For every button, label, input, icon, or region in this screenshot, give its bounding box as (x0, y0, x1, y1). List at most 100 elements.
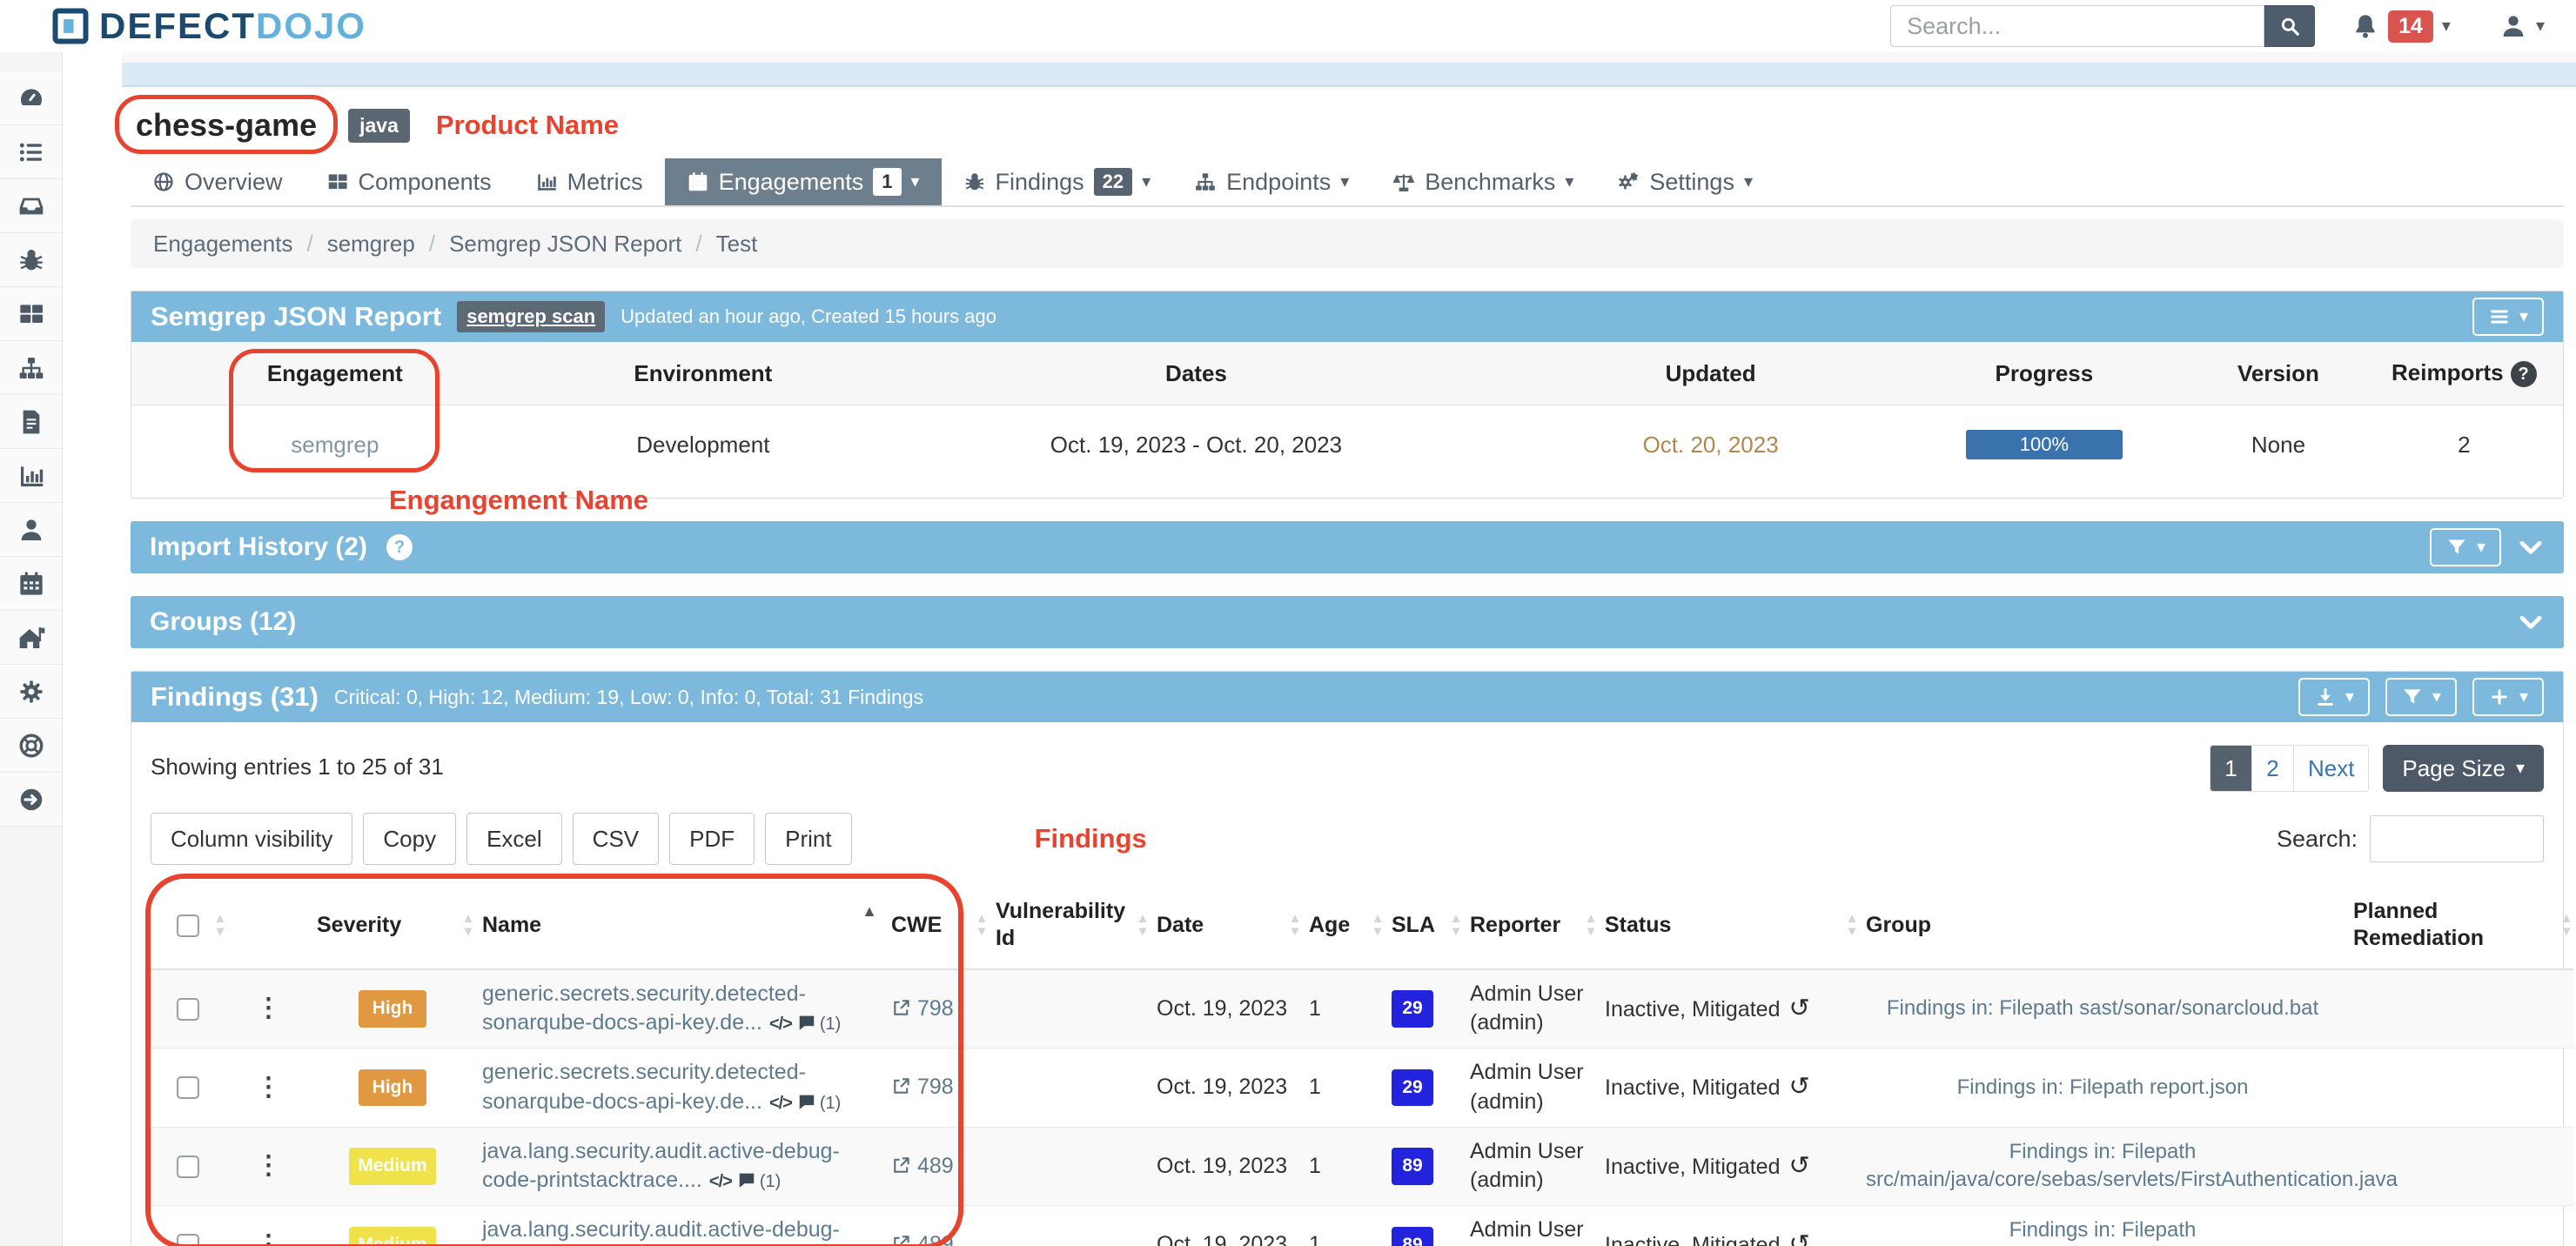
sidebar-item-list[interactable] (0, 125, 62, 179)
sidebar-item-reports[interactable] (0, 395, 62, 449)
col-reporter[interactable]: Reporter (1463, 882, 1598, 969)
row-checkbox[interactable] (177, 1156, 199, 1178)
home-flag-icon (17, 624, 45, 652)
sitemap-icon (1194, 171, 1217, 193)
user-menu[interactable]: ▾ (2499, 12, 2545, 40)
kebab-menu-icon[interactable]: ⋮ (256, 994, 282, 1022)
excel-button[interactable]: Excel (466, 813, 562, 865)
page-size-button[interactable]: Page Size▾ (2383, 745, 2544, 792)
test-actions-menu-button[interactable]: ▾ (2472, 298, 2544, 336)
page-1-button[interactable]: 1 (2210, 746, 2252, 791)
sidebar-item-configuration[interactable] (0, 665, 62, 719)
tab-engagements[interactable]: Engagements1▾ (665, 158, 942, 205)
tab-endpoints[interactable]: Endpoints▾ (1172, 158, 1371, 205)
engagement-link[interactable]: semgrep (291, 432, 379, 458)
cwe-link[interactable]: 489 (917, 1154, 954, 1178)
column-visibility-button[interactable]: Column visibility (151, 813, 352, 865)
tab-settings[interactable]: Settings▾ (1595, 158, 1774, 205)
tab-metrics[interactable]: Metrics (513, 158, 665, 205)
col-name[interactable]: Name (475, 882, 884, 969)
import-history-filter-button[interactable]: ▾ (2430, 528, 2501, 566)
sla-badge: 29 (1392, 1069, 1433, 1106)
sidebar-item-components[interactable] (0, 287, 62, 341)
import-history-section[interactable]: Import History (2) ? ▾ (131, 521, 2564, 573)
sidebar-item-support[interactable] (0, 719, 62, 773)
col-vulnerability-id[interactable]: Vulnerability Id (989, 882, 1150, 969)
print-button[interactable]: Print (765, 813, 851, 865)
sidebar-item-users[interactable] (0, 503, 62, 557)
copy-button[interactable]: Copy (363, 813, 456, 865)
tab-components[interactable]: Components (305, 158, 513, 205)
row-checkbox[interactable] (177, 998, 199, 1021)
history-icon[interactable]: ↺ (1789, 995, 1810, 1022)
pdf-button[interactable]: PDF (669, 813, 755, 865)
col-age[interactable]: Age (1302, 882, 1385, 969)
row-checkbox[interactable] (177, 1076, 199, 1099)
finding-name-link[interactable]: generic.secrets.security.detected-sonarq… (482, 981, 806, 1035)
question-icon[interactable]: ? (2511, 361, 2537, 387)
group-link[interactable]: Findings in: Filepath src/main/java/core… (1866, 1140, 2398, 1191)
page-2-button[interactable]: 2 (2252, 746, 2294, 791)
sidebar-item-endpoints[interactable] (0, 341, 62, 395)
findings-download-button[interactable]: ▾ (2298, 678, 2370, 716)
sidebar-item-inbox[interactable] (0, 179, 62, 233)
chevron-down-icon: ▾ (2519, 308, 2528, 325)
finding-row: ⋮ Medium java.lang.security.audit.active… (149, 1127, 2573, 1206)
breadcrumb-semgrep[interactable]: semgrep (327, 231, 415, 258)
group-link[interactable]: Findings in: Filepath sast/sonar/sonarcl… (1887, 996, 2318, 1020)
defectdojo-logo[interactable]: DEFECTDOJO (52, 5, 366, 47)
collapse-chevron-icon[interactable] (2517, 608, 2545, 636)
sidebar-item-logout[interactable] (0, 773, 62, 827)
kebab-menu-icon[interactable]: ⋮ (256, 1230, 282, 1246)
breadcrumb-semgrep-json-report[interactable]: Semgrep JSON Report (449, 231, 681, 258)
tab-overview[interactable]: Overview (131, 158, 305, 205)
finding-name-link[interactable]: java.lang.security.audit.active-debug-co… (482, 1217, 840, 1246)
history-icon[interactable]: ↺ (1789, 1073, 1810, 1101)
col-planned-remediation[interactable]: Planned Remediation (2346, 882, 2573, 969)
csv-button[interactable]: CSV (573, 813, 659, 865)
kebab-menu-icon[interactable]: ⋮ (256, 1151, 282, 1180)
sidebar-item-calendar[interactable] (0, 557, 62, 611)
collapse-chevron-icon[interactable] (2517, 533, 2545, 561)
group-link[interactable]: Findings in: Filepath report.json (1957, 1075, 2249, 1099)
cwe-link[interactable]: 489 (917, 1232, 954, 1246)
col-severity[interactable]: Severity (310, 882, 475, 969)
col-group[interactable]: Group (1859, 882, 2346, 969)
breadcrumb-engagements[interactable]: Engagements (153, 231, 292, 258)
kebab-menu-icon[interactable]: ⋮ (256, 1073, 282, 1102)
tab-benchmarks[interactable]: Benchmarks▾ (1371, 158, 1595, 205)
col-sla[interactable]: SLA (1385, 882, 1463, 969)
global-search-button[interactable] (2264, 5, 2315, 47)
scan-type-badge[interactable]: semgrep scan (457, 301, 605, 332)
updated-date-link[interactable]: Oct. 20, 2023 (1643, 432, 1779, 458)
notifications-menu[interactable]: 14 ▾ (2351, 10, 2451, 43)
next-page-button[interactable]: Next (2294, 746, 2368, 791)
page-title-product[interactable]: chess-game (136, 107, 317, 143)
group-link[interactable]: Findings in: Filepath src/main/java/core… (1866, 1218, 2357, 1246)
cwe-link[interactable]: 798 (917, 996, 954, 1021)
col-status[interactable]: Status (1598, 882, 1859, 969)
sidebar-item-dashboard[interactable] (0, 71, 62, 125)
table-search-input[interactable] (2370, 815, 2544, 862)
history-icon[interactable]: ↺ (1789, 1152, 1810, 1180)
finding-name-link[interactable]: generic.secrets.security.detected-sonarq… (482, 1060, 806, 1114)
findings-add-button[interactable]: ▾ (2472, 678, 2544, 716)
sidebar-item-benchmarks[interactable] (0, 611, 62, 665)
calendar-icon (687, 171, 709, 193)
col-date[interactable]: Date (1150, 882, 1302, 969)
findings-filter-button[interactable]: ▾ (2385, 678, 2457, 716)
sidebar-item-findings[interactable] (0, 233, 62, 287)
col-cwe[interactable]: CWE (884, 882, 989, 969)
finding-name-link[interactable]: java.lang.security.audit.active-debug-co… (482, 1139, 840, 1193)
external-link-icon (891, 1076, 911, 1096)
row-checkbox[interactable] (177, 1234, 199, 1246)
question-icon[interactable]: ? (386, 534, 413, 560)
groups-section[interactable]: Groups (12) (131, 596, 2564, 648)
sidebar-item-metrics[interactable] (0, 449, 62, 503)
global-search-input[interactable] (1890, 5, 2264, 47)
history-icon[interactable]: ↺ (1789, 1230, 1810, 1246)
scrolled-content-edge (122, 52, 2576, 63)
tab-findings[interactable]: Findings22▾ (942, 158, 1173, 205)
cwe-link[interactable]: 798 (917, 1075, 954, 1099)
select-all-checkbox[interactable] (177, 914, 199, 937)
